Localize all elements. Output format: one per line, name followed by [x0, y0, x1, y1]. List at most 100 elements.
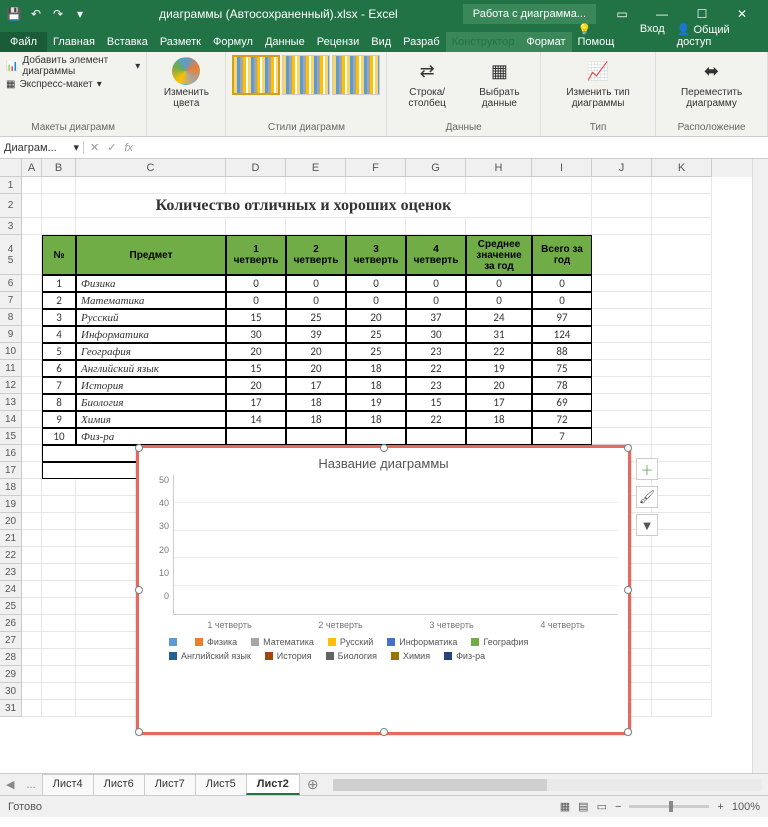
zoom-in-button[interactable]: + — [717, 801, 723, 813]
cell[interactable] — [42, 513, 76, 530]
cell[interactable] — [22, 177, 42, 194]
zoom-out-button[interactable]: − — [615, 801, 621, 813]
cell[interactable] — [592, 377, 652, 394]
cell[interactable]: 72 — [532, 411, 592, 428]
legend-item[interactable]: История — [265, 651, 312, 661]
row-header[interactable]: 1 — [0, 177, 22, 194]
sheet-more-icon[interactable]: ... — [20, 779, 41, 791]
cell[interactable] — [592, 411, 652, 428]
col-header[interactable]: J — [592, 159, 652, 177]
cell[interactable] — [286, 428, 346, 445]
scroll-thumb[interactable] — [333, 779, 548, 791]
table-header[interactable]: Среднее значение за год — [466, 235, 532, 275]
cell[interactable] — [466, 428, 532, 445]
cell[interactable] — [22, 394, 42, 411]
cell[interactable]: 23 — [406, 377, 466, 394]
cell[interactable] — [592, 343, 652, 360]
cell[interactable] — [22, 649, 42, 666]
cell[interactable] — [22, 513, 42, 530]
cell[interactable] — [22, 479, 42, 496]
change-colors-button[interactable]: Изменить цвета — [153, 55, 219, 111]
cell[interactable] — [592, 428, 652, 445]
add-chart-element-button[interactable]: 📊Добавить элемент диаграммы ▾ — [6, 55, 140, 77]
select-all-corner[interactable] — [0, 159, 22, 177]
cell[interactable] — [22, 275, 42, 292]
resize-handle[interactable] — [624, 586, 632, 594]
chart-elements-button[interactable]: ＋ — [636, 458, 658, 480]
cell[interactable]: 124 — [532, 326, 592, 343]
tab-data[interactable]: Данные — [259, 32, 311, 52]
tab-insert[interactable]: Вставка — [101, 32, 154, 52]
cell[interactable] — [406, 218, 466, 235]
select-data-button[interactable]: ▦Выбрать данные — [465, 55, 534, 111]
name-box[interactable]: Диаграм...▾ — [0, 141, 84, 154]
tab-pagelayout[interactable]: Разметк — [154, 32, 207, 52]
col-header[interactable]: D — [226, 159, 286, 177]
legend-item[interactable]: Русский — [328, 637, 373, 647]
cell[interactable]: 25 — [286, 309, 346, 326]
cell[interactable]: 18 — [346, 377, 406, 394]
tab-developer[interactable]: Разраб — [397, 32, 446, 52]
cell[interactable]: 20 — [466, 377, 532, 394]
cell[interactable]: 17 — [286, 377, 346, 394]
cell[interactable] — [532, 194, 592, 218]
cell[interactable] — [652, 581, 712, 598]
save-icon[interactable]: 💾 — [6, 6, 22, 22]
cell[interactable] — [652, 479, 712, 496]
sheet-tab[interactable]: Лист5 — [195, 774, 247, 795]
tab-help[interactable]: 💡 Помощ — [572, 19, 634, 52]
add-sheet-button[interactable]: ⊕ — [299, 776, 327, 793]
cell[interactable]: 18 — [346, 360, 406, 377]
col-header[interactable]: I — [532, 159, 592, 177]
col-header[interactable]: A — [22, 159, 42, 177]
cell[interactable]: Химия — [76, 411, 226, 428]
switch-row-column-button[interactable]: ⇄Строка/ столбец — [393, 55, 460, 111]
cell[interactable]: 20 — [226, 343, 286, 360]
cell[interactable] — [22, 547, 42, 564]
change-chart-type-button[interactable]: 📈Изменить тип диаграммы — [547, 55, 649, 111]
cell[interactable] — [532, 177, 592, 194]
cell[interactable] — [592, 177, 652, 194]
vertical-scrollbar[interactable] — [752, 159, 768, 773]
cell[interactable] — [652, 326, 712, 343]
cell[interactable] — [592, 194, 652, 218]
cell[interactable] — [22, 377, 42, 394]
cell[interactable] — [42, 581, 76, 598]
table-header[interactable]: 4 четверть — [406, 235, 466, 275]
row-header[interactable]: 19 — [0, 496, 22, 513]
cell[interactable]: 5 — [42, 343, 76, 360]
cell[interactable]: 7 — [42, 377, 76, 394]
share-button[interactable]: 👤 Общий доступ — [671, 19, 768, 52]
row-header[interactable]: 21 — [0, 530, 22, 547]
cell[interactable]: 0 — [406, 275, 466, 292]
resize-handle[interactable] — [380, 444, 388, 452]
cell[interactable]: 7 — [532, 428, 592, 445]
cell[interactable] — [42, 496, 76, 513]
table-header[interactable]: Всего за год — [532, 235, 592, 275]
cell[interactable] — [226, 177, 286, 194]
table-header[interactable]: 2 четверть — [286, 235, 346, 275]
cell[interactable]: 17 — [226, 394, 286, 411]
cell[interactable]: 20 — [346, 309, 406, 326]
cell[interactable]: 15 — [226, 309, 286, 326]
cell[interactable] — [22, 360, 42, 377]
enter-icon[interactable]: ✓ — [107, 141, 116, 154]
cell[interactable] — [652, 615, 712, 632]
cell[interactable]: 1 — [42, 275, 76, 292]
cell[interactable] — [22, 292, 42, 309]
cell[interactable]: 20 — [286, 360, 346, 377]
cell[interactable] — [652, 547, 712, 564]
cell[interactable]: 39 — [286, 326, 346, 343]
cell[interactable]: Русский — [76, 309, 226, 326]
cell[interactable] — [42, 479, 76, 496]
row-header[interactable]: 11 — [0, 360, 22, 377]
cell[interactable] — [592, 292, 652, 309]
legend-item[interactable]: Английский язык — [169, 651, 251, 661]
col-header[interactable]: G — [406, 159, 466, 177]
cell[interactable]: 0 — [286, 292, 346, 309]
cell[interactable] — [652, 194, 712, 218]
cell[interactable]: 3 — [42, 309, 76, 326]
chart-style-3[interactable] — [332, 55, 380, 95]
horizontal-scrollbar[interactable] — [333, 779, 762, 791]
tab-file[interactable]: Файл — [0, 32, 47, 52]
